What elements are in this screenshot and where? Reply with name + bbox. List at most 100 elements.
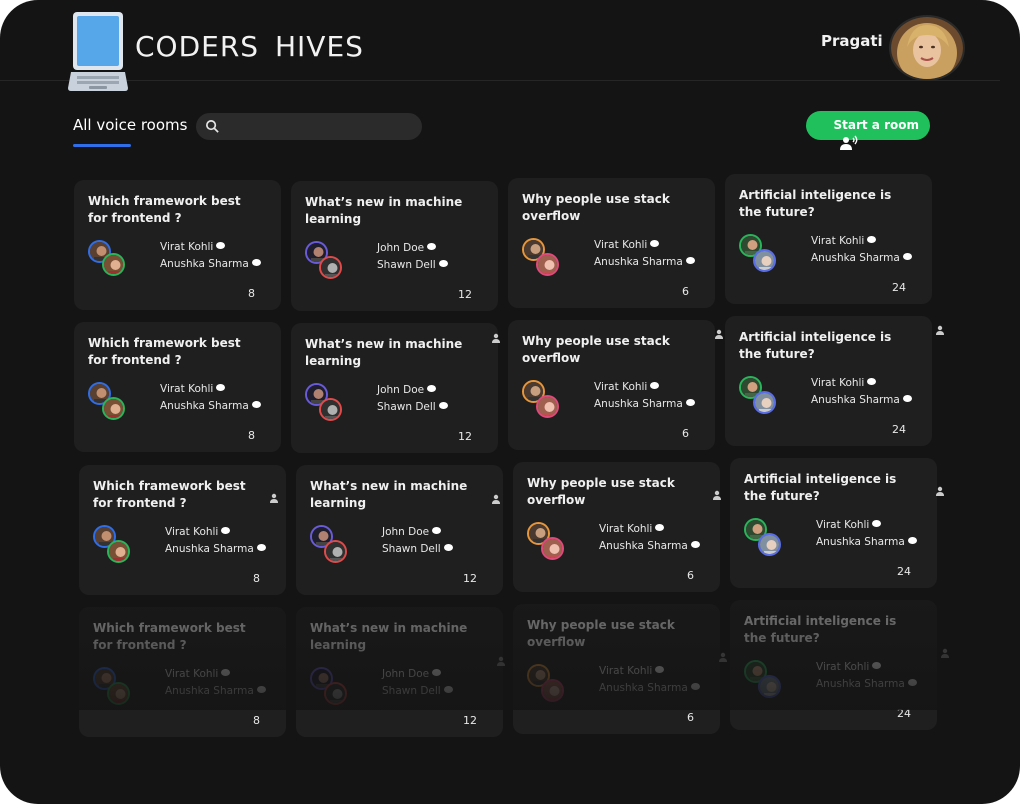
room-card[interactable]: Which framework best for frontend ? Vira… xyxy=(79,607,286,737)
speaker-name: Shawn Dell xyxy=(382,543,441,555)
person-icon xyxy=(719,652,727,662)
room-card[interactable]: Artificial inteligence is the future? Vi… xyxy=(730,458,937,588)
chat-icon xyxy=(685,257,695,264)
chat-icon xyxy=(690,541,700,548)
speaker-name: John Doe xyxy=(377,384,425,396)
speaker-name: Anushka Sharma xyxy=(599,682,688,694)
person-icon xyxy=(936,325,944,335)
speaker-avatar xyxy=(324,540,347,563)
speaker-list: John Doe Shawn Dell xyxy=(377,382,448,416)
room-card[interactable]: Artificial inteligence is the future? Vi… xyxy=(725,316,932,446)
chat-icon xyxy=(427,385,437,392)
speaker-avatar xyxy=(107,682,130,705)
room-title: Which framework best for frontend ? xyxy=(88,194,241,225)
speaker-avatar xyxy=(536,253,559,276)
room-card[interactable]: Which framework best for frontend ? Vira… xyxy=(74,180,281,310)
speaker-list: Virat Kohli Anushka Sharma xyxy=(165,524,266,558)
speaker-name: Anushka Sharma xyxy=(599,540,688,552)
chat-icon xyxy=(902,395,912,402)
room-title: Artificial inteligence is the future? xyxy=(739,330,892,361)
speaker-name: Anushka Sharma xyxy=(816,536,905,548)
chat-icon xyxy=(438,260,448,267)
person-icon xyxy=(270,493,278,503)
speaker-list: Virat Kohli Anushka Sharma xyxy=(811,375,912,409)
speaker-name: Anushka Sharma xyxy=(811,394,900,406)
speaker-name: John Doe xyxy=(382,526,430,538)
room-card[interactable]: Why people use stack overflow Virat Kohl… xyxy=(508,178,715,308)
chat-icon xyxy=(872,662,882,669)
speaker-name: Anushka Sharma xyxy=(160,258,249,270)
top-bar: CODERS HIVES Pragati xyxy=(0,0,1000,91)
speaker-list: Virat Kohli Anushka Sharma xyxy=(816,659,917,693)
speaker-list: Virat Kohli Anushka Sharma xyxy=(599,663,700,697)
chat-icon xyxy=(650,240,660,247)
speaker-name: Anushka Sharma xyxy=(165,685,254,697)
chat-icon xyxy=(438,402,448,409)
room-card[interactable]: Artificial inteligence is the future? Vi… xyxy=(725,174,932,304)
listener-count: 12 xyxy=(458,288,472,301)
room-card[interactable]: Which framework best for frontend ? Vira… xyxy=(79,465,286,595)
speaker-list: Virat Kohli Anushka Sharma xyxy=(594,237,695,271)
speaker-avatar xyxy=(541,679,564,702)
room-title: Artificial inteligence is the future? xyxy=(744,614,897,645)
person-icon xyxy=(936,486,944,496)
room-card[interactable]: What’s new in machine learning John Doe … xyxy=(291,323,498,453)
speaker-name: Virat Kohli xyxy=(594,239,648,251)
search-input[interactable] xyxy=(226,116,415,138)
room-card[interactable]: Why people use stack overflow Virat Kohl… xyxy=(508,320,715,450)
chat-icon xyxy=(867,378,877,385)
speaker-avatar xyxy=(758,533,781,556)
chat-icon xyxy=(216,242,226,249)
room-card[interactable]: What’s new in machine learning John Doe … xyxy=(296,607,503,737)
room-title: What’s new in machine learning xyxy=(310,621,468,652)
person-icon xyxy=(941,648,949,658)
speaker-name: Virat Kohli xyxy=(599,665,653,677)
speaker-name: Shawn Dell xyxy=(377,401,436,413)
speaker-avatar xyxy=(107,540,130,563)
chat-icon xyxy=(443,686,453,693)
speaker-list: Virat Kohli Anushka Sharma xyxy=(599,521,700,555)
chat-icon xyxy=(655,524,665,531)
chat-icon xyxy=(907,537,917,544)
start-room-button[interactable]: Start a room xyxy=(806,111,930,140)
chat-icon xyxy=(655,666,665,673)
speaker-name: Virat Kohli xyxy=(811,235,865,247)
speaker-avatar xyxy=(102,253,125,276)
room-card[interactable]: What’s new in machine learning John Doe … xyxy=(296,465,503,595)
person-icon xyxy=(715,329,723,339)
speaker-list: Virat Kohli Anushka Sharma xyxy=(594,379,695,413)
room-card[interactable]: Why people use stack overflow Virat Kohl… xyxy=(513,462,720,592)
room-title: Artificial inteligence is the future? xyxy=(744,472,897,503)
room-title: Why people use stack overflow xyxy=(522,334,670,365)
room-card[interactable]: Artificial inteligence is the future? Vi… xyxy=(730,600,937,730)
person-icon xyxy=(492,333,500,343)
listener-count: 24 xyxy=(897,565,911,578)
speaker-avatar xyxy=(758,675,781,698)
speaker-name: Anushka Sharma xyxy=(816,678,905,690)
speaker-avatar xyxy=(536,395,559,418)
speaker-name: Anushka Sharma xyxy=(160,400,249,412)
speaker-avatar xyxy=(324,682,347,705)
user-avatar[interactable] xyxy=(889,15,965,81)
laptop-logo-icon xyxy=(68,12,128,91)
speaker-name: John Doe xyxy=(382,668,430,680)
chat-icon xyxy=(216,384,226,391)
room-title: Which framework best for frontend ? xyxy=(93,479,246,510)
speaker-list: Virat Kohli Anushka Sharma xyxy=(160,381,261,415)
chat-icon xyxy=(443,544,453,551)
tab-all-voice-rooms[interactable]: All voice rooms xyxy=(73,116,187,134)
room-card[interactable]: What’s new in machine learning John Doe … xyxy=(291,181,498,311)
chat-icon xyxy=(902,253,912,260)
speaker-list: Virat Kohli Anushka Sharma xyxy=(160,239,261,273)
room-card[interactable]: Why people use stack overflow Virat Kohl… xyxy=(513,604,720,734)
chat-icon xyxy=(256,544,266,551)
room-card[interactable]: Which framework best for frontend ? Vira… xyxy=(74,322,281,452)
listener-count: 8 xyxy=(253,714,260,727)
room-title: Artificial inteligence is the future? xyxy=(739,188,892,219)
active-tab-indicator xyxy=(73,144,131,147)
speaker-avatar xyxy=(319,256,342,279)
chat-icon xyxy=(872,520,882,527)
speaker-avatar xyxy=(753,391,776,414)
chat-icon xyxy=(256,686,266,693)
room-title: Which framework best for frontend ? xyxy=(93,621,246,652)
